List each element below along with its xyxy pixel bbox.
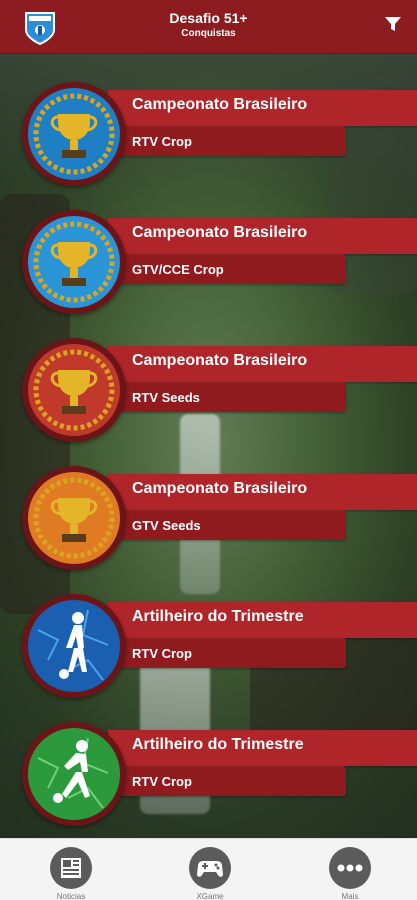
achievement-card[interactable]: Campeonato Brasileiro GTV/CCE Crop — [22, 208, 417, 314]
achievement-card[interactable]: Campeonato Brasileiro GTV Seeds — [22, 464, 417, 570]
more-icon — [329, 847, 371, 889]
achievement-card[interactable]: Campeonato Brasileiro RTV Seeds — [22, 336, 417, 442]
achievement-category: GTV Seeds — [132, 518, 201, 533]
achievement-title: Campeonato Brasileiro — [132, 352, 308, 369]
achievement-card[interactable]: Artilheiro do Trimestre RTV Crop — [22, 720, 417, 826]
tab-mais[interactable]: Mais — [300, 839, 400, 900]
bottom-tab-bar: Noticias XGame Mais — [0, 838, 417, 900]
achievement-category: RTV Crop — [132, 134, 192, 149]
achievement-card[interactable]: Artilheiro do Trimestre RTV Crop — [22, 592, 417, 698]
tab-xgame[interactable]: XGame — [160, 839, 260, 900]
player-badge-icon — [22, 722, 126, 826]
achievement-category: GTV/CCE Crop — [132, 262, 224, 277]
newspaper-icon — [50, 847, 92, 889]
page-subtitle: Conquistas — [181, 28, 236, 39]
achievement-title: Artilheiro do Trimestre — [132, 736, 304, 753]
tab-label: Mais — [341, 892, 359, 900]
trophy-badge-icon — [22, 466, 126, 570]
page-title: Desafio 51+ — [169, 10, 248, 26]
tab-label: Noticias — [56, 892, 86, 900]
app-header: Desafio 51+ Conquistas — [0, 0, 417, 54]
achievement-card[interactable]: Campeonato Brasileiro RTV Crop — [22, 80, 417, 186]
achievement-title: Campeonato Brasileiro — [132, 480, 308, 497]
trophy-badge-icon — [22, 210, 126, 314]
player-badge-icon — [22, 594, 126, 698]
achievements-list: Campeonato Brasileiro RTV Crop Campeonat… — [0, 54, 417, 838]
achievement-category: RTV Crop — [132, 646, 192, 661]
trophy-badge-icon — [22, 338, 126, 442]
achievement-category: RTV Seeds — [132, 390, 200, 405]
achievement-title: Campeonato Brasileiro — [132, 96, 308, 113]
achievement-title: Artilheiro do Trimestre — [132, 608, 304, 625]
tab-noticias[interactable]: Noticias — [21, 839, 121, 900]
gamepad-icon — [189, 847, 231, 889]
achievement-category: RTV Crop — [132, 774, 192, 789]
trophy-badge-icon — [22, 82, 126, 186]
tab-label: XGame — [196, 892, 224, 900]
achievement-title: Campeonato Brasileiro — [132, 224, 308, 241]
filter-icon[interactable] — [383, 14, 403, 34]
